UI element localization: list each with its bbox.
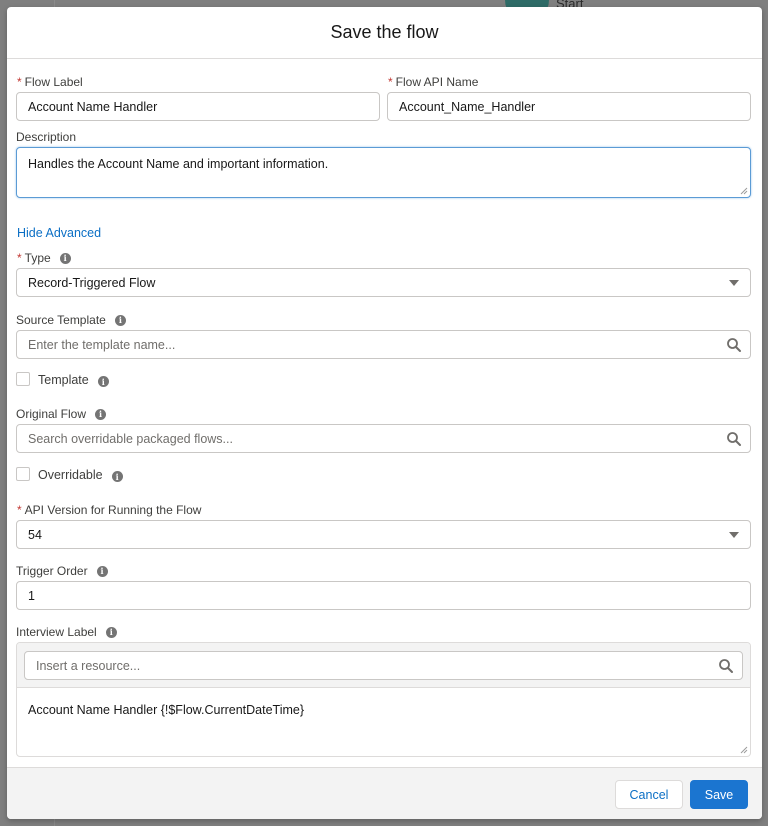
source-template-placeholder: Enter the template name... (28, 337, 176, 352)
flow-api-name-input[interactable]: Account_Name_Handler (387, 92, 751, 121)
info-icon[interactable]: i (111, 471, 123, 482)
insert-resource-placeholder: Insert a resource... (36, 658, 141, 673)
type-text: Type (24, 251, 51, 265)
interview-label-label: Interview Label i (16, 625, 117, 639)
search-icon[interactable] (726, 431, 742, 447)
trigger-order-label: Trigger Order i (16, 564, 108, 578)
required-marker: * (17, 75, 22, 89)
overridable-checkbox[interactable] (16, 467, 30, 481)
flow-api-name-text: Flow API Name (395, 75, 479, 89)
description-value: Handles the Account Name and important i… (28, 157, 329, 171)
modal-footer: Cancel Save (7, 767, 762, 819)
info-icon[interactable]: i (96, 565, 108, 577)
info-icon[interactable]: i (114, 314, 126, 326)
description-text: Description (16, 130, 77, 144)
type-value: Record-Triggered Flow (28, 275, 156, 290)
api-version-text: API Version for Running the Flow (24, 503, 202, 517)
source-template-input[interactable]: Enter the template name... (16, 330, 751, 359)
description-textarea[interactable]: Handles the Account Name and important i… (16, 147, 751, 198)
search-icon[interactable] (718, 658, 734, 674)
chevron-down-icon (729, 532, 739, 538)
api-version-select[interactable]: 54 (16, 520, 751, 549)
interview-label-text: Interview Label (16, 625, 97, 639)
flow-label-label: * Flow Label (17, 75, 83, 89)
trigger-order-text: Trigger Order (16, 564, 88, 578)
description-label: Description (16, 130, 76, 144)
info-icon[interactable]: i (97, 376, 109, 387)
original-flow-text: Original Flow (16, 407, 87, 421)
api-version-value: 54 (28, 527, 42, 542)
chevron-down-icon (729, 280, 739, 286)
modal-title: Save the flow (330, 22, 439, 42)
save-button[interactable]: Save (690, 780, 748, 809)
flow-label-input[interactable]: Account Name Handler (16, 92, 380, 121)
original-flow-label: Original Flow i (16, 407, 107, 421)
hide-advanced-link[interactable]: Hide Advanced (17, 226, 101, 240)
insert-resource-input[interactable]: Insert a resource... (24, 651, 743, 680)
flow-label-text: Flow Label (24, 75, 83, 89)
type-select[interactable]: Record-Triggered Flow (16, 268, 751, 297)
search-icon[interactable] (726, 337, 742, 353)
info-icon[interactable]: i (105, 626, 117, 638)
trigger-order-value: 1 (28, 588, 35, 603)
flow-api-name-label: * Flow API Name (388, 75, 478, 89)
overridable-checkbox-label: Overridable i (38, 467, 123, 482)
modal-header: Save the flow (7, 7, 762, 59)
interview-label-editor: Insert a resource... Account Name Handle… (16, 642, 751, 757)
flow-api-name-value: Account_Name_Handler (399, 99, 536, 114)
required-marker: * (17, 503, 22, 517)
resize-grip-icon[interactable] (740, 746, 748, 754)
template-checkbox-label: Template i (38, 372, 109, 387)
template-checkbox[interactable] (16, 372, 30, 386)
template-text: Template (38, 372, 89, 387)
save-flow-modal: Save the flow * Flow Label Account Name … (7, 7, 762, 819)
original-flow-placeholder: Search overridable packaged flows... (28, 431, 233, 446)
flow-label-value: Account Name Handler (28, 99, 158, 114)
overridable-text: Overridable (38, 467, 103, 482)
info-icon[interactable]: i (95, 408, 107, 420)
cancel-button[interactable]: Cancel (615, 780, 683, 809)
required-marker: * (17, 251, 22, 265)
api-version-label: * API Version for Running the Flow (17, 503, 201, 517)
source-template-text: Source Template (16, 313, 106, 327)
original-flow-input[interactable]: Search overridable packaged flows... (16, 424, 751, 453)
resize-grip-icon[interactable] (740, 187, 748, 195)
info-icon[interactable]: i (59, 252, 71, 264)
resource-toolbar: Insert a resource... (17, 643, 750, 688)
source-template-label: Source Template i (16, 313, 126, 327)
interview-label-textarea[interactable]: Account Name Handler {!$Flow.CurrentDate… (28, 703, 304, 717)
trigger-order-input[interactable]: 1 (16, 581, 751, 610)
type-label: * Type i (17, 251, 71, 265)
required-marker: * (388, 75, 393, 89)
